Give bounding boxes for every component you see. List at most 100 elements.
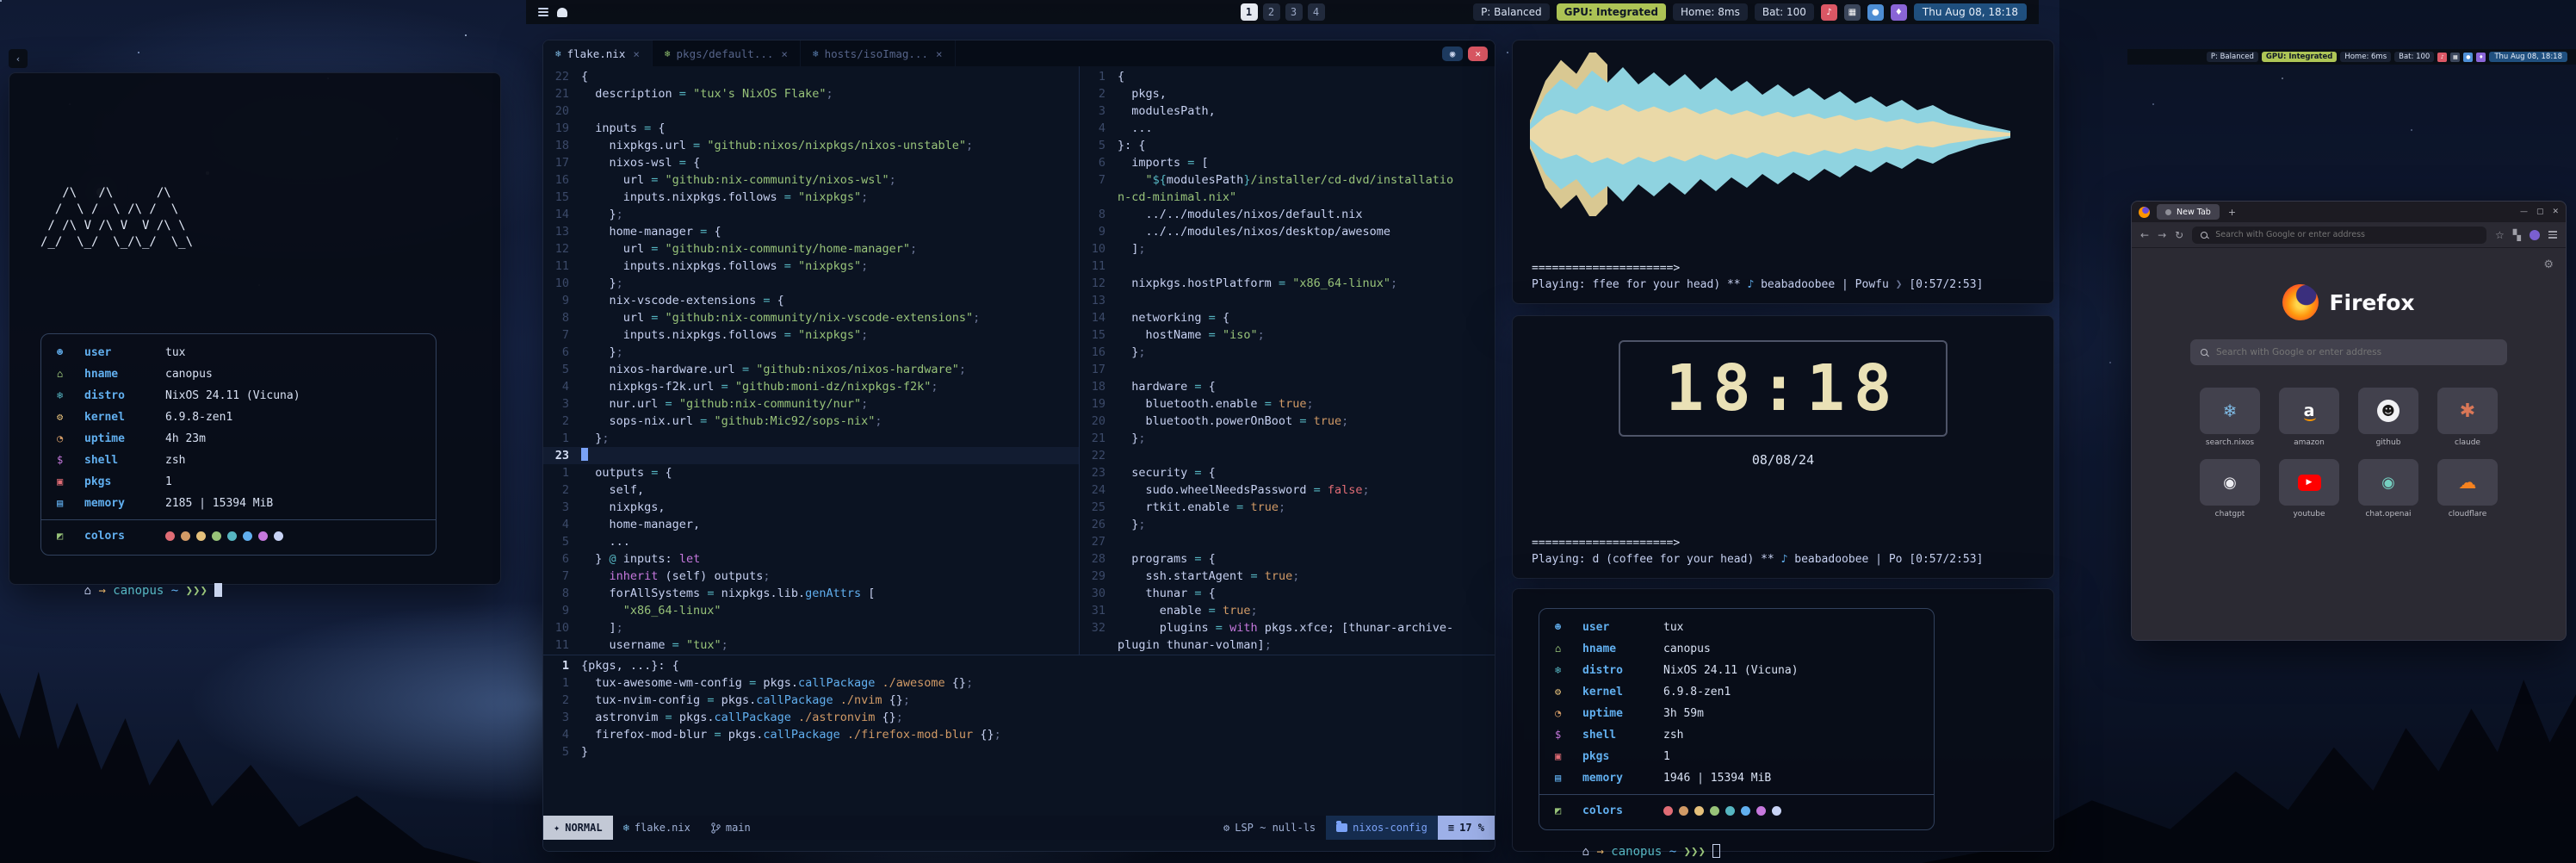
status-badge[interactable]: Home: 8ms bbox=[1673, 3, 1748, 21]
status-badge[interactable]: Bat: 100 bbox=[1755, 3, 1814, 21]
code-line: 24 sudo.wheelNeedsPassword = false; bbox=[1080, 481, 1495, 499]
editor-tab[interactable]: ❄flake.nix× bbox=[543, 40, 653, 66]
code-line: 21 }; bbox=[1080, 430, 1495, 447]
code-line: 2 sops-nix.url = "github:Mic92/sops-nix"… bbox=[543, 413, 1079, 430]
visualizer-window[interactable]: =====================> Playing: ffee for… bbox=[1512, 40, 2054, 304]
ascii-art: /\ /\ /\ / \ / \ /\ / \ / /\ V /\ V V /\… bbox=[40, 185, 469, 251]
tile-label: search.nixos bbox=[2206, 438, 2254, 447]
status-badge[interactable]: Home: 6ms bbox=[2340, 52, 2391, 62]
mode-segment: ✦ NORMAL bbox=[543, 816, 613, 840]
tab-close-icon[interactable]: × bbox=[633, 47, 640, 60]
code-text: home-manager = { bbox=[581, 223, 721, 240]
editor-tab[interactable]: ❄pkgs/default...× bbox=[653, 40, 801, 66]
shortcut-tile[interactable]: ✱claude bbox=[2434, 388, 2501, 447]
shortcut-tile[interactable]: ▶youtube bbox=[2276, 459, 2343, 518]
tray-toggle[interactable]: ‹ bbox=[9, 49, 28, 68]
shortcut-tile[interactable]: ◉chatgpt bbox=[2196, 459, 2263, 518]
media-icon[interactable]: ♪ bbox=[2437, 53, 2447, 62]
gear-icon[interactable]: ⚙ bbox=[2543, 258, 2554, 271]
neovim-window[interactable]: ❄flake.nix×❄pkgs/default...×❄hosts/isoIm… bbox=[542, 40, 1495, 852]
menu-icon[interactable] bbox=[538, 8, 548, 16]
code-text: hostName = "iso"; bbox=[1118, 326, 1265, 344]
fetch-row: ▣pkgs1 bbox=[1539, 746, 1934, 767]
extensions-icon[interactable]: ▚ bbox=[2513, 229, 2521, 241]
line-number: 10 bbox=[543, 619, 581, 636]
fetch-value: 2185 | 15394 MiB bbox=[165, 494, 420, 512]
shortcut-tile[interactable]: ☻github bbox=[2355, 388, 2422, 447]
workspace-button[interactable]: 2 bbox=[1263, 3, 1280, 21]
code-line: 32 plugins = with pkgs.xfce; [thunar-arc… bbox=[1080, 619, 1495, 636]
url-input[interactable] bbox=[2214, 229, 2478, 240]
browser-tab[interactable]: New Tab bbox=[2157, 204, 2220, 220]
network-icon[interactable]: ● bbox=[1867, 4, 1884, 21]
account-avatar[interactable] bbox=[2530, 230, 2540, 240]
palette-dot bbox=[1679, 806, 1688, 816]
code-text: ssh.startAgent = true; bbox=[1118, 568, 1299, 585]
shortcut-tile[interactable]: ❄search.nixos bbox=[2196, 388, 2263, 447]
layout-icon[interactable]: ▦ bbox=[2450, 53, 2460, 62]
code-text: description = "tux's NixOS Flake"; bbox=[581, 85, 833, 102]
fetch-label: pkgs bbox=[1582, 748, 1663, 766]
bluetooth-icon[interactable]: ♦ bbox=[1891, 4, 1907, 21]
shortcut-tile[interactable]: ◉chat.openai bbox=[2355, 459, 2422, 518]
search-input[interactable] bbox=[2214, 346, 2497, 358]
maximize-button[interactable]: ▢ bbox=[2536, 208, 2544, 216]
status-badge[interactable]: Bat: 100 bbox=[2394, 52, 2434, 62]
workspace-button[interactable]: 3 bbox=[1285, 3, 1303, 21]
bookmark-star-icon[interactable]: ☆ bbox=[2495, 229, 2505, 241]
shortcut-tile[interactable]: ☁cloudflare bbox=[2434, 459, 2501, 518]
newtab-search-bar[interactable] bbox=[2190, 339, 2507, 365]
menu-icon[interactable] bbox=[2548, 231, 2557, 239]
media-icon[interactable]: ♪ bbox=[1821, 4, 1837, 21]
buffer-indicator[interactable]: ◉ bbox=[1442, 47, 1464, 61]
url-bar[interactable] bbox=[2192, 227, 2486, 244]
code-text: url = "github:nix-community/nixos-wsl"; bbox=[581, 171, 896, 189]
terminal-palette bbox=[1663, 806, 1918, 816]
code-text: inputs.nixpkgs.follows = "nixpkgs"; bbox=[581, 189, 868, 206]
clock-date: 08/08/24 bbox=[1525, 452, 2041, 468]
shortcut-tile[interactable]: aamazon bbox=[2276, 388, 2343, 447]
fetch-terminal-window-2[interactable]: ☻usertux⌂hnamecanopus❄distroNixOS 24.11 … bbox=[1512, 588, 2054, 852]
code-line: 4 firefox-mod-blur = pkgs.callPackage ./… bbox=[543, 726, 1495, 743]
status-badge[interactable]: GPU: Integrated bbox=[2262, 52, 2337, 62]
tab-close-icon[interactable]: × bbox=[781, 47, 788, 60]
workspace-button[interactable]: 4 bbox=[1308, 3, 1325, 21]
palette-dot bbox=[1663, 806, 1673, 816]
tab-close-icon[interactable]: × bbox=[936, 47, 943, 60]
back-icon[interactable]: ← bbox=[2140, 229, 2149, 241]
fetch-terminal-window[interactable]: /\ /\ /\ / \ / \ /\ / \ / /\ V /\ V V /\… bbox=[9, 72, 501, 585]
forward-icon[interactable]: → bbox=[2158, 229, 2166, 241]
editor-pane-iso[interactable]: 1{2 pkgs,3 modulesPath,4 ...5}: {6 impor… bbox=[1080, 66, 1495, 655]
fetch-value: 4h 23m bbox=[165, 430, 420, 448]
file-name: flake.nix bbox=[635, 822, 690, 834]
fetch-row: ⌂hnamecanopus bbox=[41, 363, 436, 385]
status-badge[interactable]: P: Balanced bbox=[1473, 3, 1550, 21]
status-badge[interactable]: GPU: Integrated bbox=[1557, 3, 1666, 21]
network-icon[interactable]: ● bbox=[2463, 53, 2473, 62]
editor-tab[interactable]: ❄hosts/isoImag...× bbox=[801, 40, 956, 66]
kernel-icon: ⚙ bbox=[1555, 683, 1582, 701]
editor-pane-pkgs[interactable]: 1{pkgs, ...}: {1 tux-awesome-wm-config =… bbox=[543, 655, 1495, 816]
close-button[interactable]: ✕ bbox=[2552, 208, 2559, 216]
minimize-button[interactable]: — bbox=[2520, 208, 2528, 216]
layout-icon[interactable]: ▦ bbox=[1844, 4, 1861, 21]
status-badge[interactable]: P: Balanced bbox=[2207, 52, 2258, 62]
reload-icon[interactable]: ↻ bbox=[2175, 229, 2183, 241]
line-number: 30 bbox=[1080, 585, 1118, 602]
clock-window[interactable]: 18:18 08/08/24 =====================> Pl… bbox=[1512, 315, 2054, 579]
editor-pane-flake[interactable]: 22{21 description = "tux's NixOS Flake";… bbox=[543, 66, 1079, 655]
new-tab-button[interactable]: + bbox=[2228, 207, 2236, 218]
clock-widget[interactable]: Thu Aug 08, 18:18 bbox=[1914, 3, 2027, 21]
firefox-window[interactable]: New Tab + — ▢ ✕ ← → ↻ ☆ ▚ ⚙ bbox=[2131, 201, 2567, 641]
code-text: networking = { bbox=[1118, 309, 1229, 326]
close-icon[interactable]: ✕ bbox=[1468, 47, 1488, 61]
bluetooth-icon[interactable]: ♦ bbox=[2476, 53, 2486, 62]
bar-right-cluster: P: Balanced GPU: Integrated Home: 8ms Bat: … bbox=[1473, 3, 2032, 21]
tile-icon-box: ✱ bbox=[2437, 388, 2498, 434]
workspace-button[interactable]: 1 bbox=[1241, 3, 1258, 21]
code-line: 1 }; bbox=[543, 430, 1079, 447]
firefox-view-icon[interactable] bbox=[2139, 207, 2150, 218]
palette-dot bbox=[1694, 806, 1704, 816]
line-number bbox=[1080, 189, 1118, 206]
clock-widget[interactable]: Thu Aug 08, 18:18 bbox=[2489, 52, 2567, 62]
